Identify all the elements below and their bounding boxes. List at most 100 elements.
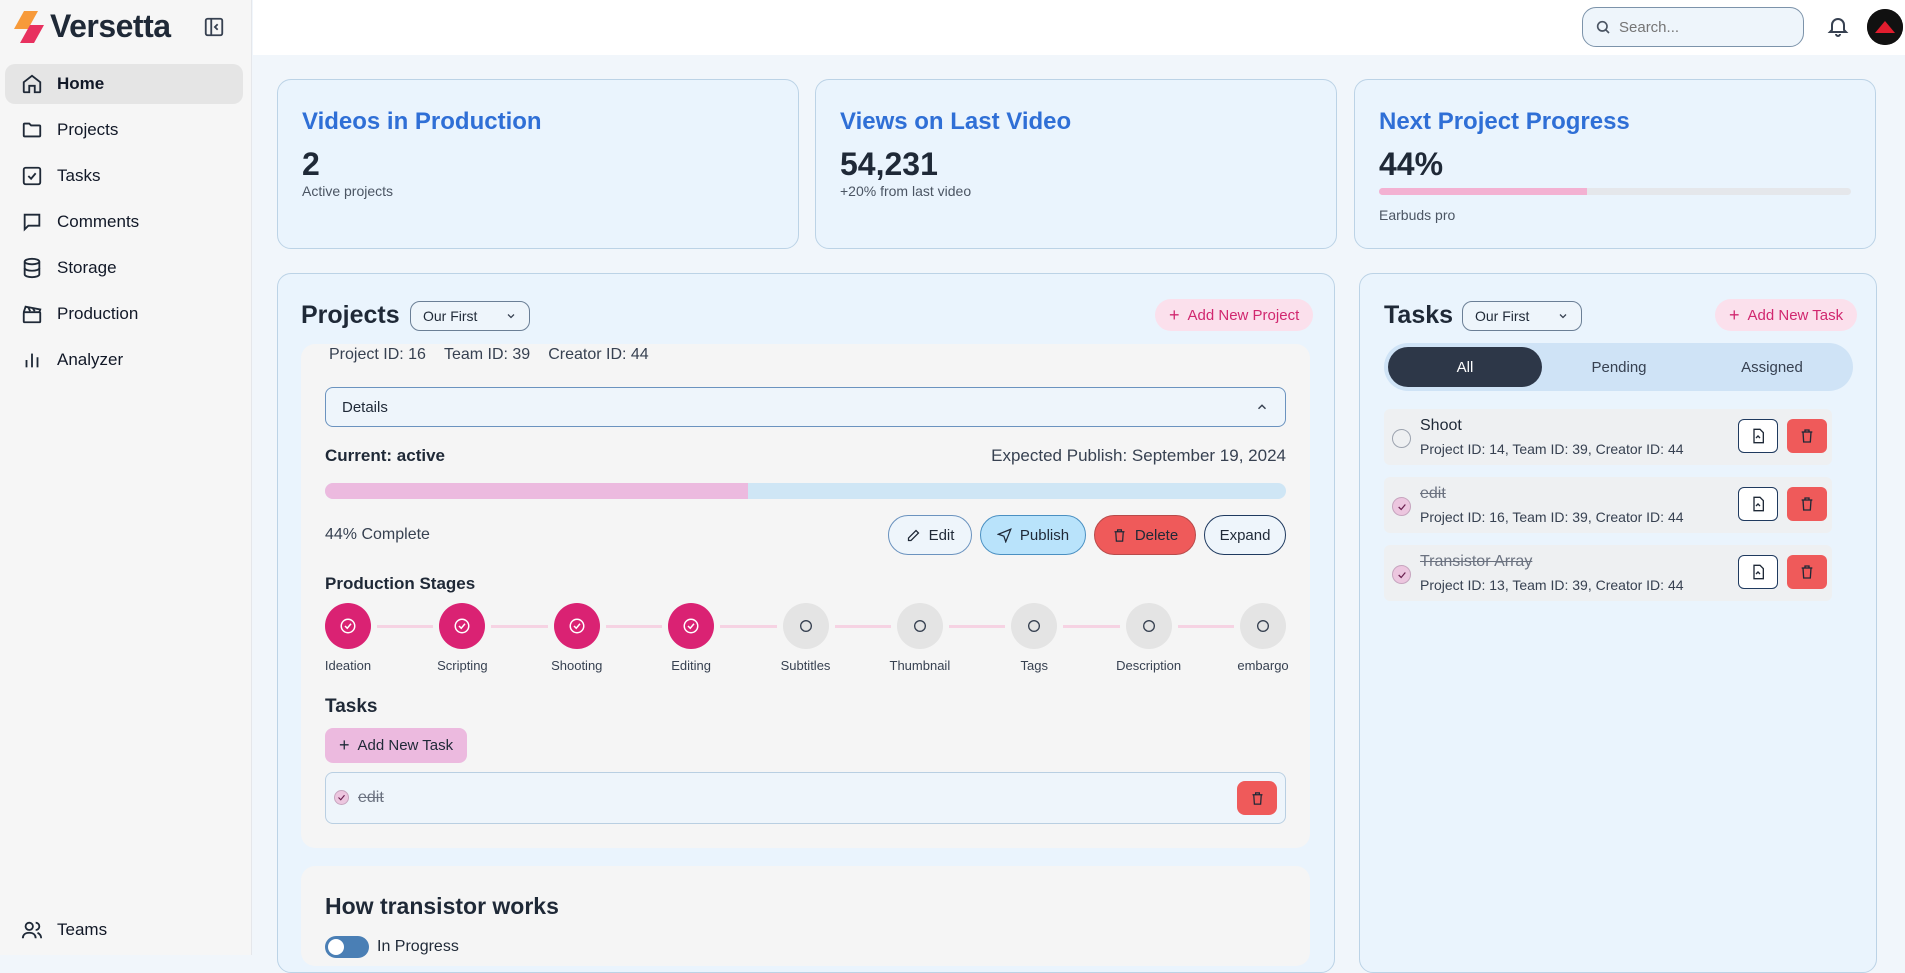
delete-button[interactable]: Delete bbox=[1094, 515, 1196, 555]
circle-icon bbox=[913, 620, 926, 632]
sidebar-item-comments[interactable]: Comments bbox=[5, 202, 243, 242]
search-input[interactable] bbox=[1619, 18, 1779, 36]
circle-icon bbox=[1142, 620, 1155, 632]
edit-button[interactable]: Edit bbox=[888, 515, 972, 555]
trash-icon bbox=[1801, 565, 1813, 579]
progress-bar bbox=[1379, 188, 1851, 195]
view-task-button[interactable] bbox=[1738, 419, 1778, 453]
users-icon bbox=[21, 921, 43, 939]
folder-icon bbox=[22, 122, 42, 138]
project-meta: Project ID: 16 Team ID: 39 Creator ID: 4… bbox=[329, 346, 649, 364]
sidebar-collapse-icon[interactable] bbox=[203, 16, 225, 38]
trash-icon bbox=[1114, 528, 1125, 542]
bar-chart-icon bbox=[25, 353, 39, 368]
sidebar-item-projects[interactable]: Projects bbox=[5, 110, 243, 150]
delete-task-button[interactable] bbox=[1787, 487, 1827, 521]
send-icon bbox=[996, 527, 1012, 543]
sidebar-item-storage[interactable]: Storage bbox=[5, 248, 243, 288]
tab-pending[interactable]: Pending bbox=[1542, 347, 1696, 387]
tasks-subtitle: Tasks bbox=[325, 696, 378, 717]
stage-tags[interactable] bbox=[1011, 603, 1058, 649]
sidebar-item-analyzer[interactable]: Analyzer bbox=[5, 340, 243, 380]
stage-embargo[interactable] bbox=[1240, 603, 1286, 649]
details-accordion[interactable]: Details bbox=[325, 387, 1286, 427]
tasks-title: Tasks bbox=[1384, 301, 1454, 329]
stat-sub: Active projects bbox=[302, 183, 394, 199]
current-value: active bbox=[396, 446, 445, 465]
add-task-button[interactable]: + Add New Task bbox=[325, 728, 468, 763]
stage-editing[interactable] bbox=[668, 603, 715, 649]
trash-icon bbox=[1252, 791, 1262, 805]
stat-value: 44% bbox=[1379, 146, 1444, 182]
plus-icon: + bbox=[1169, 304, 1180, 325]
button-label: Publish bbox=[1019, 526, 1070, 544]
select-value: Our First bbox=[1475, 308, 1530, 324]
avatar[interactable] bbox=[1867, 9, 1903, 45]
stat-title: Views on Last Video bbox=[840, 108, 1072, 135]
add-project-button[interactable]: + Add New Project bbox=[1155, 299, 1314, 331]
search-box[interactable] bbox=[1582, 7, 1804, 47]
complete-label: 44% Complete bbox=[325, 526, 430, 543]
delete-task-button[interactable] bbox=[1787, 419, 1827, 453]
stat-card-progress: Next Project Progress 44% Earbuds pro bbox=[1354, 79, 1876, 249]
sidebar-bottom: Teams bbox=[5, 910, 243, 956]
file-icon bbox=[1753, 564, 1764, 580]
stage-thumbnail[interactable] bbox=[896, 603, 943, 649]
stage-label: Subtitles bbox=[780, 658, 831, 673]
sidebar-item-teams[interactable]: Teams bbox=[5, 910, 243, 950]
tab-assigned[interactable]: Assigned bbox=[1695, 347, 1849, 387]
sidebar-item-label: Production bbox=[57, 304, 139, 323]
stat-sub: +20% from last video bbox=[840, 183, 972, 199]
select-value: Our First bbox=[423, 308, 478, 324]
current-label: Current: bbox=[325, 446, 393, 465]
task-checkbox[interactable] bbox=[1392, 429, 1411, 448]
trash-icon bbox=[1801, 429, 1813, 443]
circle-icon bbox=[1257, 620, 1269, 632]
trash-icon bbox=[1801, 497, 1813, 511]
tasks-filter-select[interactable]: Our First bbox=[1462, 301, 1582, 331]
stage-label: Scripting bbox=[437, 658, 488, 673]
stage-ideation[interactable] bbox=[325, 603, 371, 649]
task-list-item: edit Project ID: 16, Team ID: 39, Creato… bbox=[1384, 477, 1832, 533]
delete-task-button[interactable] bbox=[1237, 781, 1277, 815]
project-id: Project ID: 16 bbox=[329, 346, 426, 363]
sidebar-item-tasks[interactable]: Tasks bbox=[5, 156, 243, 196]
stage-shooting[interactable] bbox=[553, 603, 600, 649]
delete-task-button[interactable] bbox=[1787, 555, 1827, 589]
task-meta: Project ID: 16, Team ID: 39, Creator ID:… bbox=[1420, 509, 1684, 525]
tab-all[interactable]: All bbox=[1388, 347, 1542, 387]
task-checkbox[interactable] bbox=[1392, 497, 1411, 516]
expand-button[interactable]: Expand bbox=[1204, 515, 1286, 555]
stage-label: Editing bbox=[671, 658, 711, 673]
view-task-button[interactable] bbox=[1738, 555, 1778, 589]
checkbox-icon bbox=[22, 166, 42, 186]
message-icon bbox=[23, 213, 41, 232]
sidebar-item-production[interactable]: Production bbox=[5, 294, 243, 334]
app-logo[interactable]: Versetta bbox=[14, 8, 171, 45]
app-name: Versetta bbox=[50, 8, 171, 44]
stage-connector bbox=[491, 625, 548, 628]
sidebar-item-home[interactable]: Home bbox=[5, 64, 243, 104]
stage-connector bbox=[720, 625, 777, 628]
stage-description[interactable] bbox=[1125, 603, 1172, 649]
stage-label: Thumbnail bbox=[889, 658, 951, 673]
task-checkbox[interactable] bbox=[1392, 565, 1411, 584]
stage-label: Tags bbox=[1020, 658, 1048, 673]
file-icon bbox=[1753, 496, 1764, 512]
projects-filter-select[interactable]: Our First bbox=[410, 301, 530, 331]
stat-card-videos: Videos in Production 2 Active projects bbox=[277, 79, 799, 249]
circle-icon bbox=[1028, 620, 1041, 632]
publish-button[interactable]: Publish bbox=[980, 515, 1086, 555]
check-circle-icon bbox=[683, 618, 699, 634]
check-circle-icon bbox=[569, 618, 585, 634]
sidebar-item-label: Projects bbox=[57, 120, 119, 139]
sidebar-item-label: Comments bbox=[57, 212, 140, 231]
stage-subtitles[interactable] bbox=[782, 603, 829, 649]
stat-title: Videos in Production bbox=[302, 108, 542, 135]
task-checkbox[interactable] bbox=[334, 790, 349, 805]
bell-icon[interactable] bbox=[1826, 14, 1850, 38]
view-task-button[interactable] bbox=[1738, 487, 1778, 521]
project-task-row: edit bbox=[325, 772, 1286, 824]
task-tabs: All Pending Assigned bbox=[1384, 343, 1853, 391]
add-new-task-button[interactable]: + Add New Task bbox=[1715, 299, 1858, 331]
